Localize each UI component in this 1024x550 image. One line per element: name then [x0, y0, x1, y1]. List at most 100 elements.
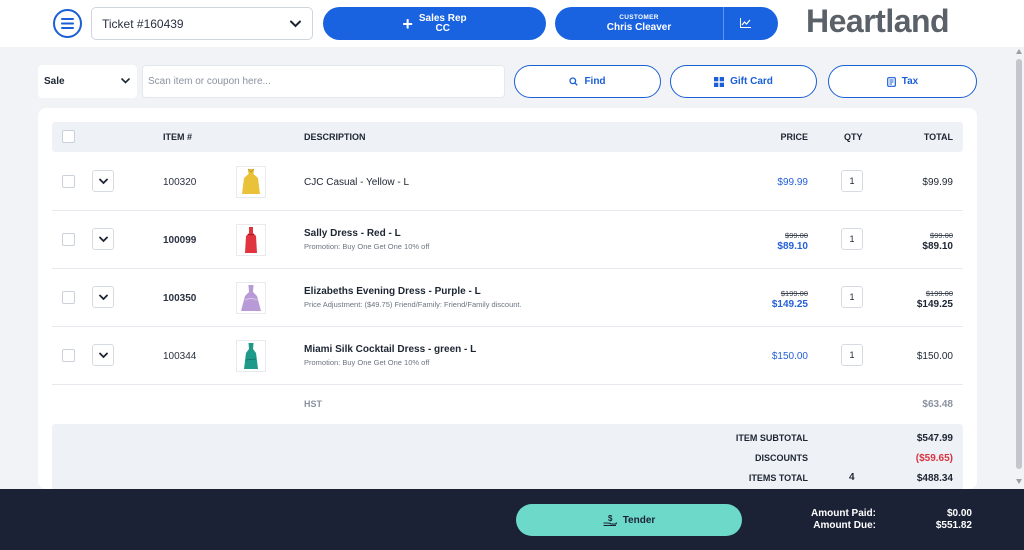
item-price: $149.25 — [771, 299, 808, 310]
chevron-down-icon — [121, 78, 130, 84]
table-header: ITEM # DESCRIPTION PRICE QTY TOTAL — [52, 122, 963, 152]
line-items-card: ITEM # DESCRIPTION PRICE QTY TOTAL 10032… — [38, 108, 977, 489]
item-total: $150.00 — [916, 351, 953, 362]
items-total-label: ITEMS TOTAL — [748, 473, 808, 483]
expand-row-button[interactable] — [92, 170, 114, 192]
gift-card-label: Gift Card — [730, 76, 773, 87]
product-thumbnail — [236, 340, 266, 372]
select-all-checkbox[interactable] — [62, 130, 75, 143]
item-original-total: $199.00 — [925, 289, 953, 298]
dress-icon — [245, 227, 257, 253]
ticket-label: Ticket #160439 — [102, 16, 184, 31]
quantity-field[interactable]: 1 — [841, 228, 863, 250]
amount-due-label: Amount Due: — [813, 520, 876, 531]
table-row[interactable]: 100344 Miami Silk Cocktail Dress - green… — [52, 327, 963, 385]
item-description: Elizabeths Evening Dress - Purple - L — [304, 286, 481, 297]
sales-rep-title: Sales Rep — [418, 12, 467, 24]
product-thumbnail — [236, 282, 266, 314]
item-promotion: Promotion: Buy One Get One 10% off — [304, 242, 430, 251]
tax-label: Tax — [901, 76, 919, 87]
tax-label: HST — [304, 399, 322, 409]
item-price: $89.10 — [777, 241, 808, 252]
scroll-down-arrow-icon[interactable] — [1016, 479, 1022, 484]
top-bar: Ticket #160439 + Sales Rep CC CUSTOMER C… — [0, 0, 1024, 47]
brand-logo: Heartland — [806, 3, 950, 39]
item-number: 100350 — [163, 293, 197, 304]
quantity-field[interactable]: 1 — [841, 170, 863, 192]
items-total-value: $488.34 — [916, 473, 953, 484]
chevron-down-icon — [290, 20, 301, 28]
table-row[interactable]: 100099 Sally Dress - Red - L Promotion: … — [52, 211, 963, 269]
row-checkbox[interactable] — [62, 175, 75, 188]
find-button[interactable]: Find — [514, 65, 661, 98]
column-total: TOTAL — [923, 132, 953, 142]
receipt-icon — [886, 76, 896, 87]
column-qty: QTY — [844, 132, 863, 142]
row-checkbox[interactable] — [62, 349, 75, 362]
scan-input[interactable] — [142, 65, 505, 98]
item-price: $150.00 — [771, 351, 808, 362]
amount-due-value: $551.82 — [935, 520, 972, 531]
item-number: 100320 — [163, 177, 197, 188]
scroll-up-arrow-icon[interactable] — [1016, 49, 1022, 54]
customer-name: Chris Cleaver — [606, 22, 672, 33]
item-price: $99.99 — [777, 177, 808, 188]
chevron-down-icon — [98, 178, 108, 184]
tender-button[interactable]: $ Tender — [516, 504, 742, 536]
page-scrollbar[interactable] — [1014, 47, 1024, 489]
chevron-down-icon — [98, 352, 108, 358]
tax-row: HST $63.48 — [52, 384, 963, 422]
item-total: $99.99 — [922, 177, 953, 188]
item-original-price: $199.00 — [780, 289, 808, 298]
tender-label: Tender — [622, 514, 656, 526]
expand-row-button[interactable] — [92, 286, 114, 308]
item-description: Miami Silk Cocktail Dress - green - L — [304, 344, 477, 355]
row-checkbox[interactable] — [62, 291, 75, 304]
transaction-mode-select[interactable]: Sale — [38, 65, 137, 98]
item-original-total: $99.00 — [930, 231, 953, 240]
payment-bar: $ Tender Amount Paid: $0.00 Amount Due: … — [0, 489, 1024, 550]
amount-paid-label: Amount Paid: — [811, 508, 876, 519]
chevron-down-icon — [98, 236, 108, 242]
item-description: CJC Casual - Yellow - L — [304, 177, 410, 188]
subtotal-label: ITEM SUBTOTAL — [735, 433, 808, 443]
scrollbar-thumb[interactable] — [1016, 59, 1022, 469]
row-checkbox[interactable] — [62, 233, 75, 246]
tax-value: $63.48 — [922, 399, 953, 410]
dress-icon — [242, 168, 260, 194]
discounts-value: ($59.65) — [915, 453, 953, 464]
dress-icon — [241, 285, 261, 311]
item-price-adjustment: Price Adjustment: ($49.75) Friend/Family… — [304, 300, 522, 309]
item-number: 100344 — [163, 351, 197, 362]
menu-icon — [61, 18, 74, 29]
plus-icon: + — [402, 13, 413, 34]
amount-paid-value: $0.00 — [946, 508, 972, 519]
chart-icon[interactable] — [740, 18, 751, 28]
gift-card-button[interactable]: Gift Card — [670, 65, 817, 98]
tax-button[interactable]: Tax — [828, 65, 977, 98]
find-label: Find — [584, 76, 606, 87]
ticket-select[interactable]: Ticket #160439 — [91, 7, 313, 40]
column-item: ITEM # — [163, 132, 193, 142]
svg-text:$: $ — [608, 514, 613, 523]
items-count: 4 — [849, 472, 855, 483]
customer-info[interactable]: CUSTOMER Chris Cleaver — [555, 7, 723, 40]
search-icon — [569, 77, 579, 86]
menu-button[interactable] — [53, 9, 82, 38]
expand-row-button[interactable] — [92, 344, 114, 366]
quantity-field[interactable]: 1 — [841, 344, 863, 366]
item-promotion: Promotion: Buy One Get One 10% off — [304, 358, 430, 367]
table-row[interactable]: 100320 CJC Casual - Yellow - L $99.99 1 … — [52, 153, 963, 211]
hand-money-icon: $ — [603, 514, 617, 526]
product-thumbnail — [236, 224, 266, 256]
sales-rep-value: CC — [435, 22, 450, 34]
customer-button[interactable]: CUSTOMER Chris Cleaver — [555, 7, 778, 40]
subtotal-value: $547.99 — [916, 433, 953, 444]
dress-icon — [244, 343, 258, 369]
quantity-field[interactable]: 1 — [841, 286, 863, 308]
expand-row-button[interactable] — [92, 228, 114, 250]
sales-rep-button[interactable]: + Sales Rep CC — [323, 7, 546, 40]
customer-caption: CUSTOMER — [619, 14, 659, 21]
table-row[interactable]: 100350 Elizabeths Evening Dress - Purple… — [52, 269, 963, 327]
customer-divider — [723, 7, 724, 40]
